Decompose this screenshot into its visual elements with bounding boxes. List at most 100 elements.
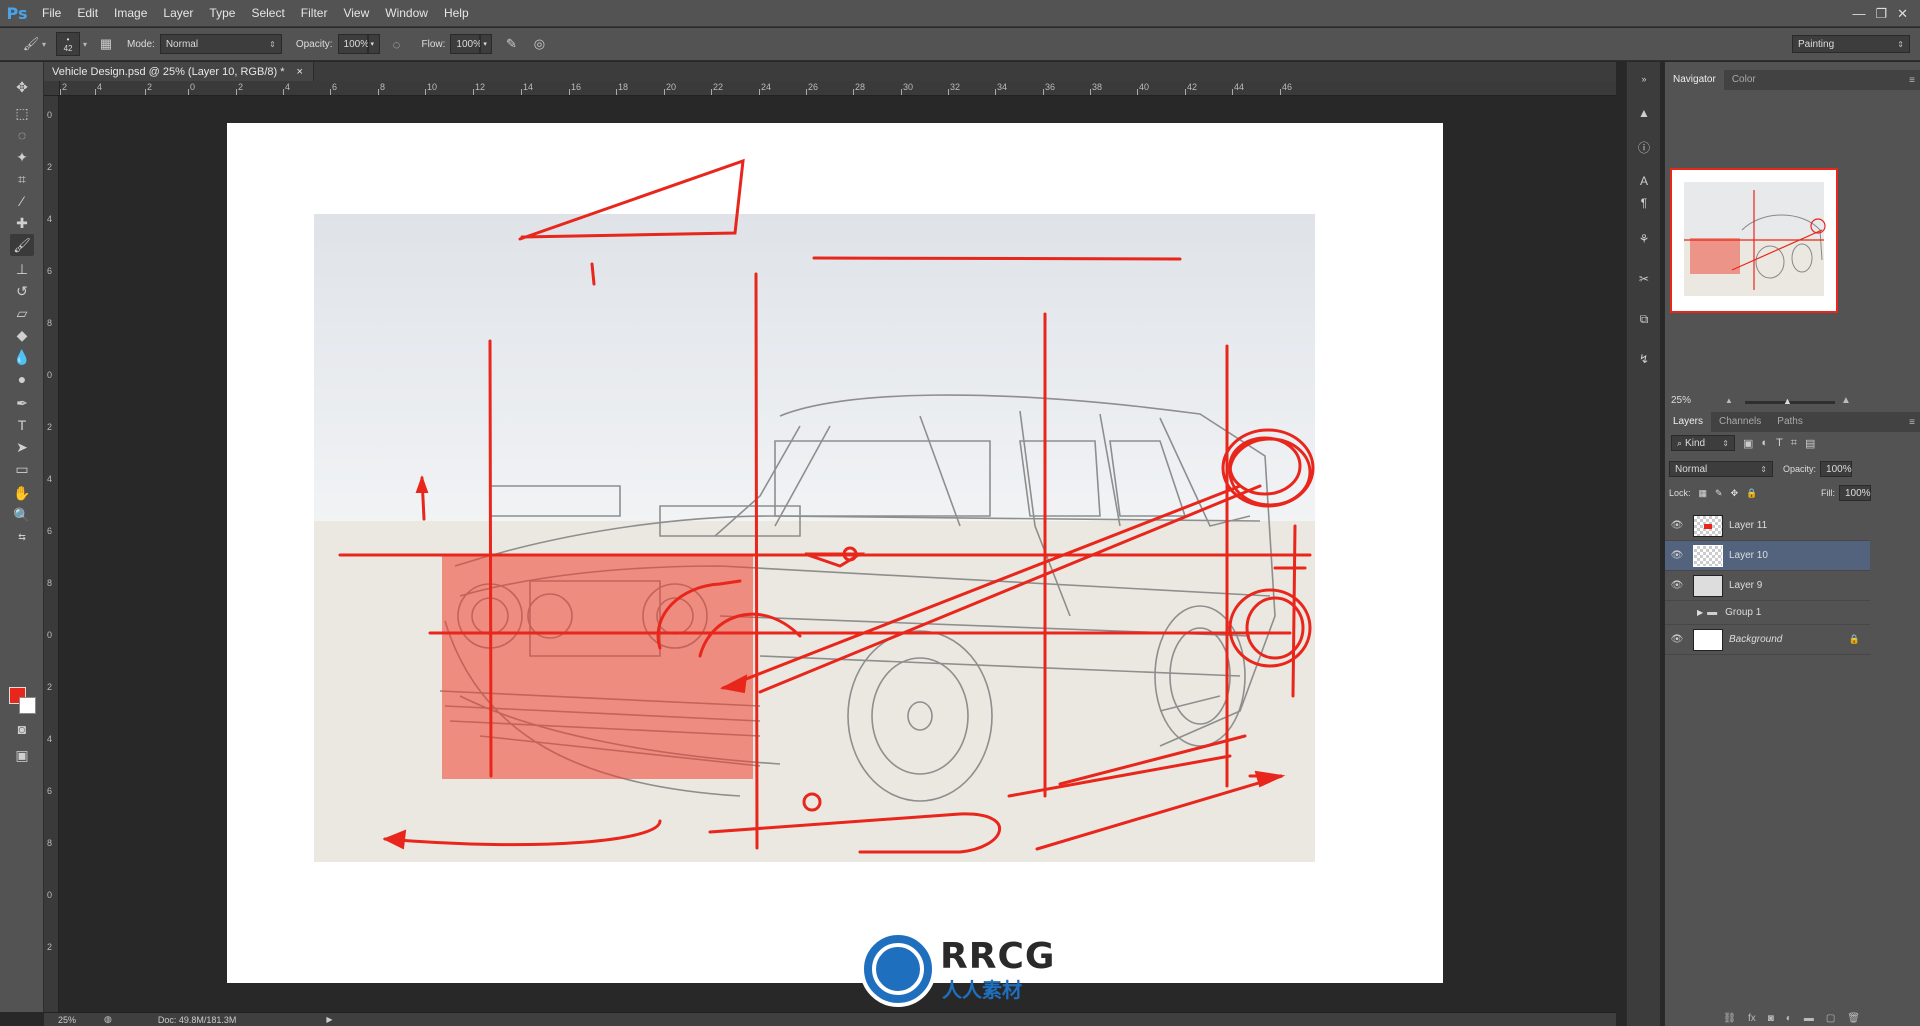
tab-layers[interactable]: Layers (1665, 412, 1712, 432)
zoom-slider-handle-icon[interactable]: ▲ (1783, 396, 1792, 406)
filter-adjustment-icon[interactable]: ◐ (1761, 437, 1768, 449)
blend-mode-select[interactable]: Normal ⇕ (1669, 461, 1773, 477)
history-brush-tool-icon[interactable]: ↺ (10, 280, 34, 302)
zoom-in-icon[interactable]: ▲ (1841, 395, 1851, 406)
rectangle-tool-icon[interactable]: ▭ (10, 458, 34, 480)
hand-tool-icon[interactable]: ✋ (10, 482, 34, 504)
collapse-dock-icon[interactable]: » (1633, 68, 1655, 90)
visibility-eye-icon[interactable]: 👁 (1665, 550, 1689, 561)
canvas-workspace[interactable]: RRCG 人人素材 (60, 96, 1616, 1012)
path-selection-tool-icon[interactable]: ➤ (10, 436, 34, 458)
layer-row-background[interactable]: 👁 Background 🔒 (1665, 625, 1870, 655)
filter-pixel-icon[interactable]: ▣ (1743, 437, 1753, 450)
character-icon[interactable]: A (1633, 170, 1655, 192)
pressure-size-icon[interactable]: ◎ (528, 33, 550, 55)
layers-menu-icon[interactable]: ≡ (1909, 417, 1915, 428)
tab-channels[interactable]: Channels (1711, 412, 1769, 432)
new-group-icon[interactable]: ▬ (1804, 1013, 1814, 1024)
clone-stamp-tool-icon[interactable]: ⊥ (10, 258, 34, 280)
add-mask-icon[interactable]: ◙ (1768, 1013, 1774, 1024)
document-canvas[interactable] (60, 96, 1616, 1012)
airbrush-icon[interactable]: ✎ (500, 33, 522, 55)
eraser-tool-icon[interactable]: ▱ (10, 302, 34, 324)
new-layer-icon[interactable]: ▢ (1826, 1013, 1835, 1024)
close-document-icon[interactable]: × (297, 66, 303, 78)
paragraph-icon[interactable]: ¶ (1633, 192, 1655, 214)
tool-presets-icon[interactable]: ✂ (1633, 268, 1655, 290)
brush-presets-icon[interactable]: ⚘ (1633, 228, 1655, 250)
history-icon[interactable]: ↯ (1633, 348, 1655, 370)
group-expand-arrow-icon[interactable]: ▶ (1697, 608, 1703, 617)
tab-paths[interactable]: Paths (1769, 412, 1811, 432)
paint-bucket-tool-icon[interactable]: ◆ (10, 324, 34, 346)
lock-image-icon[interactable]: ✎ (1715, 488, 1723, 499)
flow-input[interactable]: 100% (450, 34, 482, 54)
vertical-ruler[interactable]: 0 2 4 6 8 0 2 4 6 8 0 2 4 6 8 0 2 (44, 96, 59, 1012)
brush-size-picker[interactable]: • 42 (56, 32, 81, 56)
lock-all-icon[interactable]: 🔒 (1746, 488, 1757, 499)
pen-tool-icon[interactable]: ✒ (10, 392, 34, 414)
zoom-tool-icon[interactable]: 🔍 (10, 504, 34, 526)
status-zoom[interactable]: 25% (58, 1015, 98, 1025)
workspace-select[interactable]: Painting ⇕ (1792, 35, 1910, 53)
visibility-eye-icon[interactable]: 👁 (1665, 634, 1689, 645)
navigator-preview[interactable] (1670, 168, 1838, 313)
ruler-origin[interactable] (44, 81, 60, 96)
lasso-tool-icon[interactable]: ◌ (10, 124, 34, 146)
link-layers-icon[interactable]: ⛓ (1723, 1013, 1736, 1024)
brush-picker-arrow-icon[interactable]: ▾ (83, 40, 87, 49)
visibility-eye-icon[interactable]: 👁 (1665, 520, 1689, 531)
opacity-slider-button[interactable]: ▾ (367, 34, 380, 54)
restore-button[interactable]: ❐ (1875, 6, 1887, 22)
flow-slider-button[interactable]: ▾ (480, 34, 493, 54)
type-tool-icon[interactable]: T (10, 414, 34, 436)
minimize-button[interactable]: — (1852, 6, 1865, 21)
brush-panel-toggle-icon[interactable]: ▦ (95, 33, 117, 55)
layer-row-layer-9[interactable]: 👁 Layer 9 (1665, 571, 1870, 601)
navigator-zoom-value[interactable]: 25% (1671, 395, 1691, 406)
status-info-icon[interactable]: ◍ (104, 1014, 112, 1025)
lock-transparent-icon[interactable]: ▦ (1699, 488, 1708, 499)
clone-source-icon[interactable]: ⧉ (1633, 308, 1655, 330)
brush-preset-icon[interactable]: 🖌 (20, 33, 42, 55)
mode-select[interactable]: Normal ⇕ (159, 34, 282, 54)
horizontal-ruler[interactable]: 2 4 2 0 2 4 6 8 10 12 14 16 18 20 22 24 26 28 30 32 34 36 38 40… (60, 81, 1616, 96)
menu-filter[interactable]: Filter (293, 0, 336, 27)
close-window-button[interactable]: ✕ (1897, 6, 1908, 22)
swap-colors-icon[interactable]: ⇆ (10, 526, 34, 548)
healing-brush-tool-icon[interactable]: ✚ (10, 212, 34, 234)
marquee-tool-icon[interactable]: ⬚ (10, 102, 34, 124)
dodge-tool-icon[interactable]: ● (10, 368, 34, 390)
tab-color[interactable]: Color (1724, 70, 1764, 90)
menu-layer[interactable]: Layer (155, 0, 201, 27)
status-menu-arrow-icon[interactable]: ▶ (326, 1015, 332, 1024)
info-icon[interactable]: ⓘ (1633, 136, 1655, 158)
lock-position-icon[interactable]: ✥ (1731, 488, 1739, 499)
menu-edit[interactable]: Edit (69, 0, 106, 27)
navigator-menu-icon[interactable]: ≡ (1909, 75, 1915, 86)
document-tab[interactable]: Vehicle Design.psd @ 25% (Layer 10, RGB/… (44, 62, 314, 81)
eyedropper-tool-icon[interactable]: ⁄ (10, 190, 34, 212)
layer-row-layer-11[interactable]: 👁 Layer 11 (1665, 511, 1870, 541)
opacity-input[interactable]: 100% (337, 34, 369, 54)
tab-navigator[interactable]: Navigator (1665, 70, 1724, 90)
brush-tool-icon[interactable]: 🖌 (10, 234, 34, 256)
quick-mask-icon[interactable]: ◙ (10, 718, 34, 740)
layer-opacity-input[interactable]: 100% (1820, 461, 1853, 477)
histogram-icon[interactable]: ▲ (1633, 102, 1655, 124)
layer-row-layer-10[interactable]: 👁 Layer 10 (1665, 541, 1870, 571)
filter-smart-object-icon[interactable]: ▤ (1805, 437, 1815, 450)
zoom-out-icon[interactable]: ▲ (1725, 396, 1733, 405)
tool-preset-arrow-icon[interactable]: ▾ (42, 40, 46, 49)
magic-wand-tool-icon[interactable]: ✦ (10, 146, 34, 168)
screen-mode-icon[interactable]: ▣ (10, 744, 34, 766)
fill-input[interactable]: 100% (1839, 485, 1871, 501)
layer-row-group-1[interactable]: ▶ ▬ Group 1 (1665, 601, 1870, 625)
background-color-swatch[interactable] (19, 697, 36, 714)
menu-window[interactable]: Window (377, 0, 436, 27)
adjustment-layer-icon[interactable]: ◐ (1786, 1013, 1792, 1024)
layer-style-icon[interactable]: fx (1748, 1013, 1756, 1024)
move-tool-icon[interactable]: ✥ (10, 76, 34, 98)
crop-tool-icon[interactable]: ⌗ (10, 168, 34, 190)
menu-type[interactable]: Type (201, 0, 243, 27)
